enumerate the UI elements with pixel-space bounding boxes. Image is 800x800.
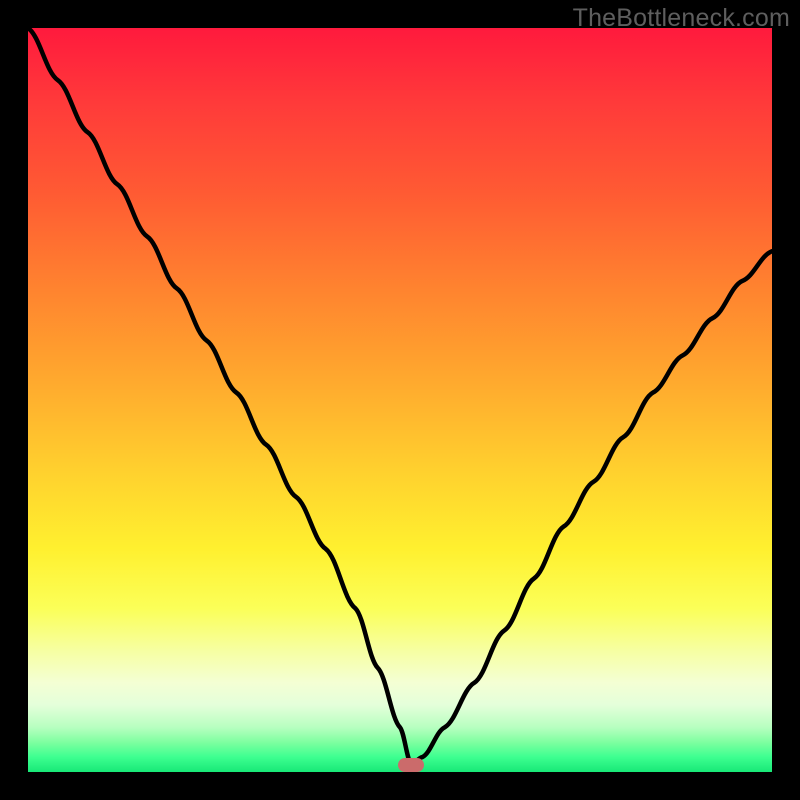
- watermark-text: TheBottleneck.com: [573, 4, 790, 33]
- curve-svg: [28, 28, 772, 772]
- chart-frame: TheBottleneck.com: [0, 0, 800, 800]
- optimal-point-marker: [398, 758, 424, 772]
- bottleneck-curve-path: [28, 28, 772, 765]
- plot-area: [28, 28, 772, 772]
